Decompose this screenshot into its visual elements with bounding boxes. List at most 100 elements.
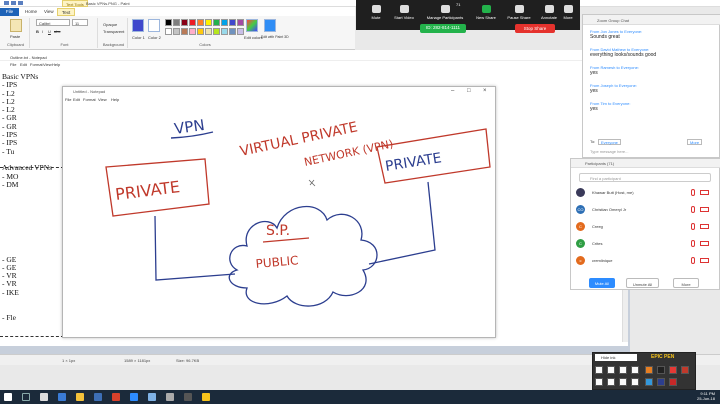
transparent-option[interactable]: Transparent <box>103 29 124 34</box>
palette-swatch[interactable] <box>173 28 180 35</box>
palette-swatch[interactable] <box>237 28 244 35</box>
italic-button[interactable]: I <box>42 29 43 34</box>
mute-all-button[interactable]: Mute All <box>589 278 615 288</box>
maximize-icon[interactable]: □ <box>467 88 471 94</box>
palette-swatch[interactable] <box>205 19 212 26</box>
undo-icon[interactable] <box>11 1 16 5</box>
untitled-menu-help[interactable]: Help <box>111 97 119 102</box>
palette-swatch[interactable] <box>229 28 236 35</box>
palette-swatch[interactable] <box>173 19 180 26</box>
participant-row[interactable]: C Crites <box>576 238 716 250</box>
unmute-all-button[interactable]: Unmute All <box>626 278 659 288</box>
paste-icon[interactable] <box>10 19 22 32</box>
palette-swatch[interactable] <box>229 19 236 26</box>
palette-swatch[interactable] <box>189 19 196 26</box>
vpn-whiteboard-drawing[interactable]: VPN VIRTUAL PRIVATE NETWORK (VPN) PRIVAT… <box>63 104 495 338</box>
hide-ink-checkbox[interactable]: Hide ink <box>595 354 637 361</box>
pen-tool-icon[interactable] <box>607 378 615 386</box>
file-explorer-icon[interactable] <box>76 393 84 401</box>
highlighter-icon[interactable] <box>619 378 627 386</box>
eraser-tool-icon[interactable] <box>595 378 603 386</box>
color2-button[interactable] <box>148 19 160 32</box>
find-participant-input[interactable]: Find a participant <box>579 173 711 182</box>
palette-swatch[interactable] <box>197 19 204 26</box>
stop-share-button[interactable]: Stop Share <box>515 24 555 33</box>
bold-button[interactable]: B <box>36 29 39 34</box>
untitled-menu-view[interactable]: View <box>98 97 107 102</box>
muted-microphone-icon[interactable] <box>691 223 695 230</box>
chat-message-input[interactable]: Type message here... <box>590 149 628 154</box>
pen-large-icon[interactable] <box>631 366 639 374</box>
system-clock[interactable]: 9:11 PM 25-Jun-18 <box>697 391 715 401</box>
palette-swatch[interactable] <box>165 19 172 26</box>
minimize-icon[interactable]: – <box>451 88 454 94</box>
muted-microphone-icon[interactable] <box>691 206 695 213</box>
muted-microphone-icon[interactable] <box>691 240 695 247</box>
clear-icon[interactable] <box>631 378 639 386</box>
paste-button[interactable]: Paste <box>10 34 20 39</box>
paint-app-icon[interactable] <box>148 393 156 401</box>
font-family-select[interactable]: Calibri <box>36 19 70 26</box>
untitled-menu-edit[interactable]: Edit <box>73 97 80 102</box>
paint3d-icon[interactable] <box>264 19 276 32</box>
quick-access-toolbar[interactable] <box>4 1 44 6</box>
task-view-icon[interactable] <box>40 393 48 401</box>
palette-swatch[interactable] <box>221 28 228 35</box>
participant-row[interactable]: CO Christian Omeryl Jr <box>576 204 716 216</box>
palette-swatch[interactable] <box>181 28 188 35</box>
chat-more-button[interactable]: More <box>687 139 703 145</box>
palette-swatch[interactable] <box>197 28 204 35</box>
palette-swatch[interactable] <box>205 28 212 35</box>
palette-swatch[interactable] <box>213 28 220 35</box>
palette-swatch[interactable] <box>181 19 188 26</box>
close-icon[interactable]: × <box>483 88 487 94</box>
notepad-menu-file[interactable]: File <box>10 62 16 67</box>
terminal-icon[interactable] <box>184 393 192 401</box>
new-share-button[interactable]: New Share <box>468 5 504 29</box>
pen-medium-icon[interactable] <box>619 366 627 374</box>
edit-colors-button[interactable]: Edit colors <box>244 35 263 40</box>
camera-icon[interactable] <box>645 366 653 374</box>
muted-microphone-icon[interactable] <box>691 189 695 196</box>
strikethrough-button[interactable]: abc <box>54 29 60 34</box>
color-blue-swatch[interactable] <box>657 378 665 386</box>
palette-swatch[interactable] <box>221 19 228 26</box>
participant-row[interactable]: C Creeg <box>576 221 716 233</box>
pen-small-icon[interactable] <box>607 366 615 374</box>
search-icon[interactable] <box>22 393 30 401</box>
notepad-menu-help[interactable]: Help <box>52 62 60 67</box>
palette-swatch[interactable] <box>237 19 244 26</box>
participants-more-button[interactable]: More <box>673 278 699 288</box>
recipient-select[interactable]: Everyone <box>598 139 621 145</box>
tab-home[interactable]: Home <box>21 8 41 16</box>
whiteboard-icon[interactable] <box>645 378 653 386</box>
participant-row[interactable]: c cremlinique <box>576 255 716 267</box>
color-darkred-swatch[interactable] <box>669 378 677 386</box>
notepad-menu-view[interactable]: View <box>43 62 52 67</box>
untitled-menu-format[interactable]: Format <box>83 97 96 102</box>
palette-swatch[interactable] <box>213 19 220 26</box>
color-red-swatch[interactable] <box>669 366 677 374</box>
more-button[interactable]: More <box>554 5 582 29</box>
notepad-text-area[interactable]: Basic VPNs - IPS - L2- L2- L2- GR - GR - IPS… <box>2 72 62 342</box>
zoom-app-icon[interactable] <box>130 393 138 401</box>
notepad-menu-edit[interactable]: Edit <box>20 62 27 67</box>
color-maroon-swatch[interactable] <box>681 366 689 374</box>
mail-icon[interactable] <box>94 393 102 401</box>
opaque-option[interactable]: Opaque <box>103 22 117 27</box>
edge-icon[interactable] <box>58 393 66 401</box>
edit-paint3d-button[interactable]: Edit with Paint 3D <box>261 35 289 39</box>
color1-button[interactable] <box>132 19 144 32</box>
notepad-app-icon[interactable] <box>166 393 174 401</box>
epic-pen-icon[interactable] <box>202 393 210 401</box>
font-size-select[interactable]: 11 <box>72 19 88 26</box>
tab-text[interactable]: Text <box>57 8 76 16</box>
tab-file[interactable]: File <box>0 8 19 16</box>
palette-swatch[interactable] <box>165 28 172 35</box>
cursor-tool-icon[interactable] <box>595 366 603 374</box>
untitled-menu-file[interactable]: File <box>65 97 71 102</box>
color-black-swatch[interactable] <box>657 366 665 374</box>
meeting-id-badge[interactable]: ID: 282-814-1111 <box>420 24 467 33</box>
palette-swatch[interactable] <box>189 28 196 35</box>
start-video-button[interactable]: Start Video <box>386 5 422 29</box>
